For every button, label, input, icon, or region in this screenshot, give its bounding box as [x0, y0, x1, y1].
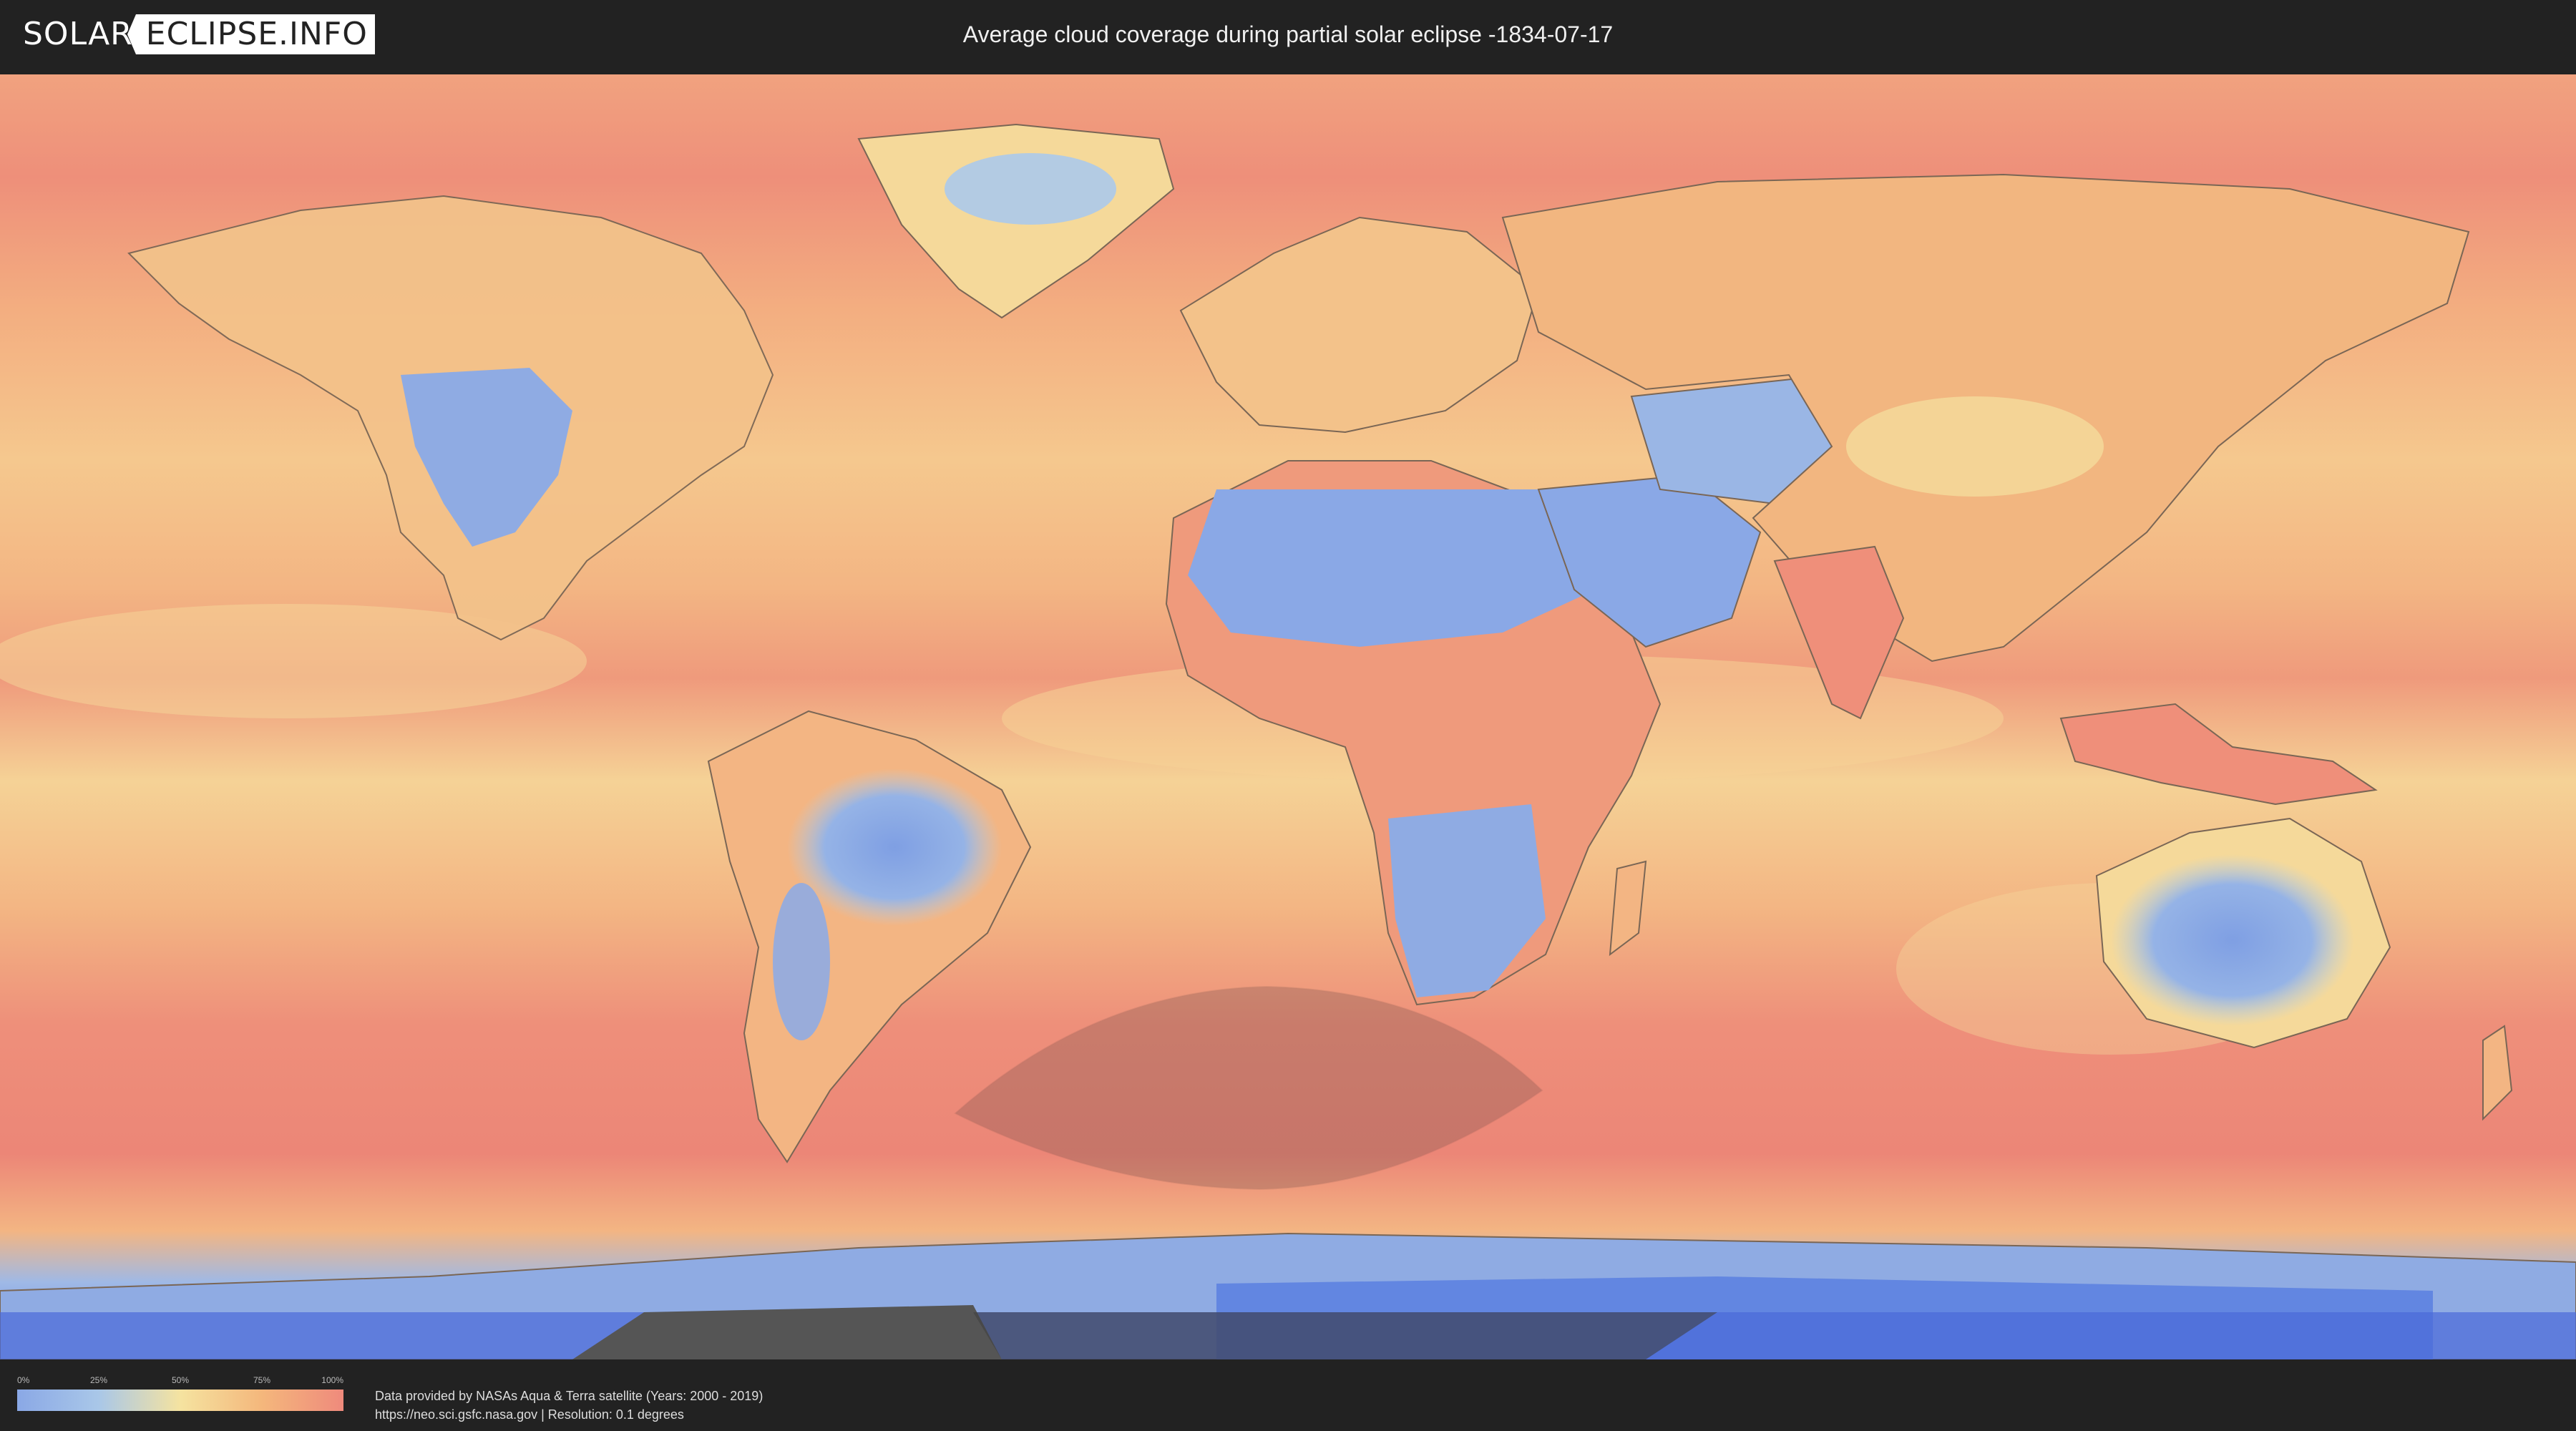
greenland-ice-region — [945, 153, 1116, 225]
credit-line-url[interactable]: https://neo.sci.gsfc.nasa.gov | Resoluti… — [375, 1405, 763, 1424]
logo-text-eclipse-info: ECLIPSE.INFO — [127, 14, 375, 54]
legend-tick-75: 75% — [253, 1375, 271, 1385]
mongolia-region — [1846, 396, 2104, 497]
site-logo[interactable]: SOLAR ECLIPSE.INFO — [23, 14, 375, 54]
page: SOLAR ECLIPSE.INFO Average cloud coverag… — [0, 0, 2576, 1431]
polar-no-data-region — [973, 1312, 1717, 1359]
legend-tick-0: 0% — [17, 1375, 30, 1385]
australia-clear-region — [2111, 854, 2354, 1026]
data-credits: Data provided by NASAs Aqua & Terra sate… — [375, 1387, 763, 1424]
credit-line-source: Data provided by NASAs Aqua & Terra sate… — [375, 1389, 763, 1403]
footer-bar: 0% 25% 50% 75% 100% Data provided by NAS… — [0, 1359, 2576, 1431]
world-map-svg — [0, 74, 2576, 1359]
legend-ticks: 0% 25% 50% 75% 100% — [17, 1375, 343, 1390]
legend-color-bar — [17, 1390, 343, 1411]
andes-clear-region — [773, 883, 830, 1040]
legend-tick-50: 50% — [171, 1375, 190, 1385]
logo-text-solar: SOLAR — [23, 16, 133, 52]
header-bar: SOLAR ECLIPSE.INFO Average cloud coverag… — [0, 0, 2576, 72]
legend-tick-25: 25% — [89, 1375, 108, 1385]
cloud-coverage-legend: 0% 25% 50% 75% 100% — [17, 1375, 343, 1411]
legend-tick-100: 100% — [321, 1375, 343, 1385]
page-title: Average cloud coverage during partial so… — [962, 21, 1614, 47]
cloud-coverage-map[interactable] — [0, 74, 2576, 1359]
